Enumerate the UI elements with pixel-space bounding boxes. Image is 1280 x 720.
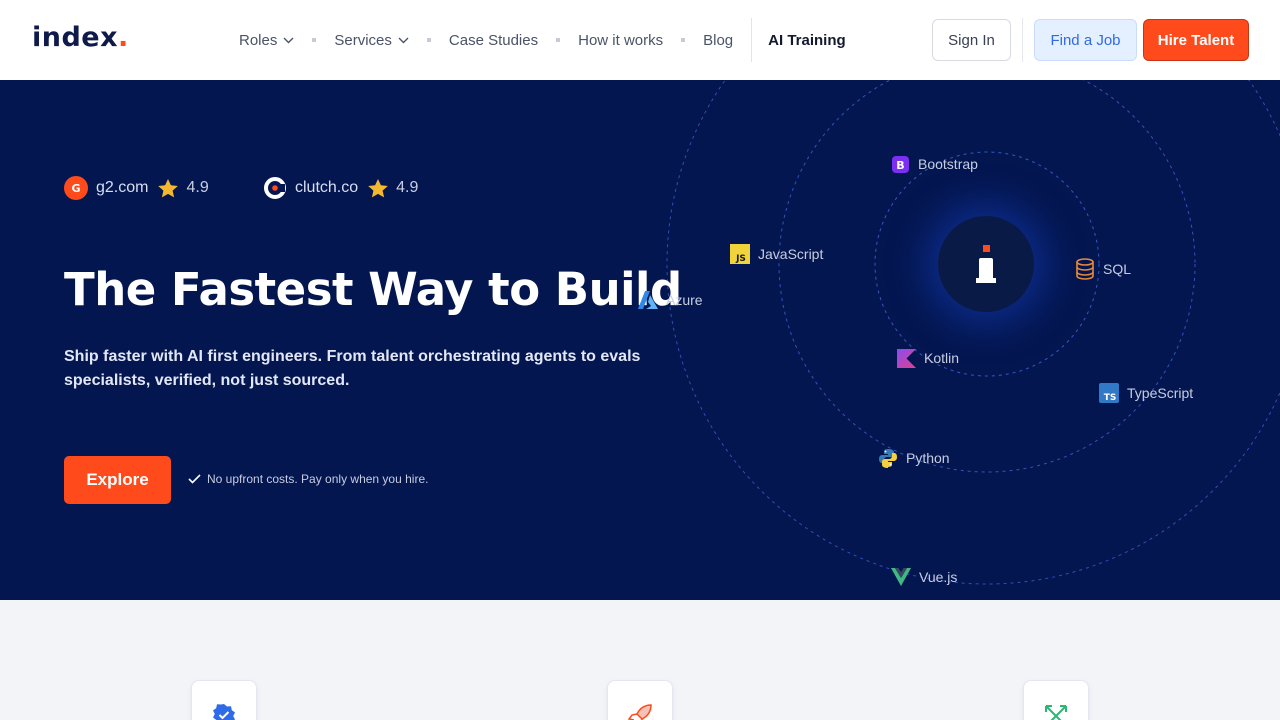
verified-badge-icon [213,704,235,720]
hero-subtitle: Ship faster with AI first engineers. Fro… [64,348,641,389]
nav-separator [681,38,686,42]
vue-icon [891,567,911,587]
nav-case-studies[interactable]: Case Studies [449,32,538,49]
database-icon [1075,258,1095,280]
rocket-icon [627,704,652,720]
typescript-icon: TS [1099,383,1119,403]
tech-kotlin: Kotlin [896,348,959,368]
svg-text:JS: JS [735,254,746,264]
tech-bootstrap: B Bootstrap [890,154,978,174]
logo-accent-dot [983,245,990,252]
tech-azure: Azure [638,290,703,310]
star-icon [158,178,179,197]
python-icon [878,448,898,468]
tech-javascript: JS JavaScript [730,244,823,264]
nav-separator [556,38,561,42]
rating-score: 4.9 [186,179,209,196]
azure-icon [638,290,658,310]
feature-card [191,680,257,720]
tech-vue: Vue.js [891,567,957,587]
svg-text:B: B [896,159,904,172]
no-upfront-note: No upfront costs. Pay only when you hire… [188,472,428,486]
header-divider [1022,18,1023,62]
note-text: No upfront costs. Pay only when you hire… [207,472,429,486]
site-header: index. Roles Services Case Studies How i… [0,0,1280,80]
kotlin-icon [896,348,916,368]
explore-button[interactable]: Explore [64,456,171,504]
svg-text:TS: TS [1104,393,1117,403]
nav-ai-training[interactable]: AI Training [768,32,846,49]
tech-label: SQL [1103,261,1132,277]
clutch-rating[interactable]: clutch.co 4.9 [263,176,418,200]
tech-label: Bootstrap [918,156,978,172]
nav-services-label: Services [334,31,392,49]
nav-services[interactable]: Services [334,32,409,49]
svg-text:G: G [71,182,80,195]
feature-card [1023,680,1089,720]
tech-label: Azure [666,292,703,308]
star-icon [368,178,388,197]
hero-title: The Fastest Way to Build [64,263,682,316]
rating-site: g2.com [96,179,149,196]
index-logo[interactable]: index. [32,22,129,53]
features-section [0,600,1280,720]
tech-python: Python [878,448,950,468]
index-center-logo [938,216,1034,312]
nav-roles[interactable]: Roles [239,32,294,49]
chevron-down-icon [283,37,294,43]
feature-card [607,680,673,720]
tech-sql: SQL [1075,258,1132,280]
nav-roles-label: Roles [239,31,278,49]
nav-separator [312,38,317,42]
tech-label: Vue.js [919,569,958,585]
rating-site: clutch.co [295,179,359,196]
cross-arrows-icon [1045,705,1067,720]
logo-base [976,278,996,283]
hero-section: G g2.com 4.9 clutch.co 4.9 The Fastest W… [0,80,1280,600]
tech-label: TypeScript [1127,385,1194,401]
tech-typescript: TS TypeScript [1099,383,1193,403]
g2-rating[interactable]: G g2.com 4.9 [64,176,209,200]
logo-text: index [32,22,119,53]
clutch-logo-icon [264,177,286,199]
check-icon [188,474,201,484]
tech-label: Python [906,450,950,466]
sign-in-button[interactable]: Sign In [932,19,1011,61]
chevron-down-icon [398,37,409,43]
logo-dot: . [118,22,129,53]
tech-label: JavaScript [758,246,824,262]
nav-how-it-works[interactable]: How it works [578,32,663,49]
g2-logo-icon: G [64,176,88,200]
nav-separator [426,38,431,42]
nav-blog[interactable]: Blog [703,32,733,49]
find-job-button[interactable]: Find a Job [1034,19,1137,61]
bootstrap-icon: B [890,154,910,174]
tech-label: Kotlin [924,350,960,366]
main-nav: Roles Services Case Studies How it works… [239,18,846,62]
javascript-icon: JS [730,244,750,264]
orbit-rings [666,80,1280,585]
hire-talent-button[interactable]: Hire Talent [1143,19,1249,61]
rating-score: 4.9 [396,179,419,196]
nav-divider [751,18,753,62]
